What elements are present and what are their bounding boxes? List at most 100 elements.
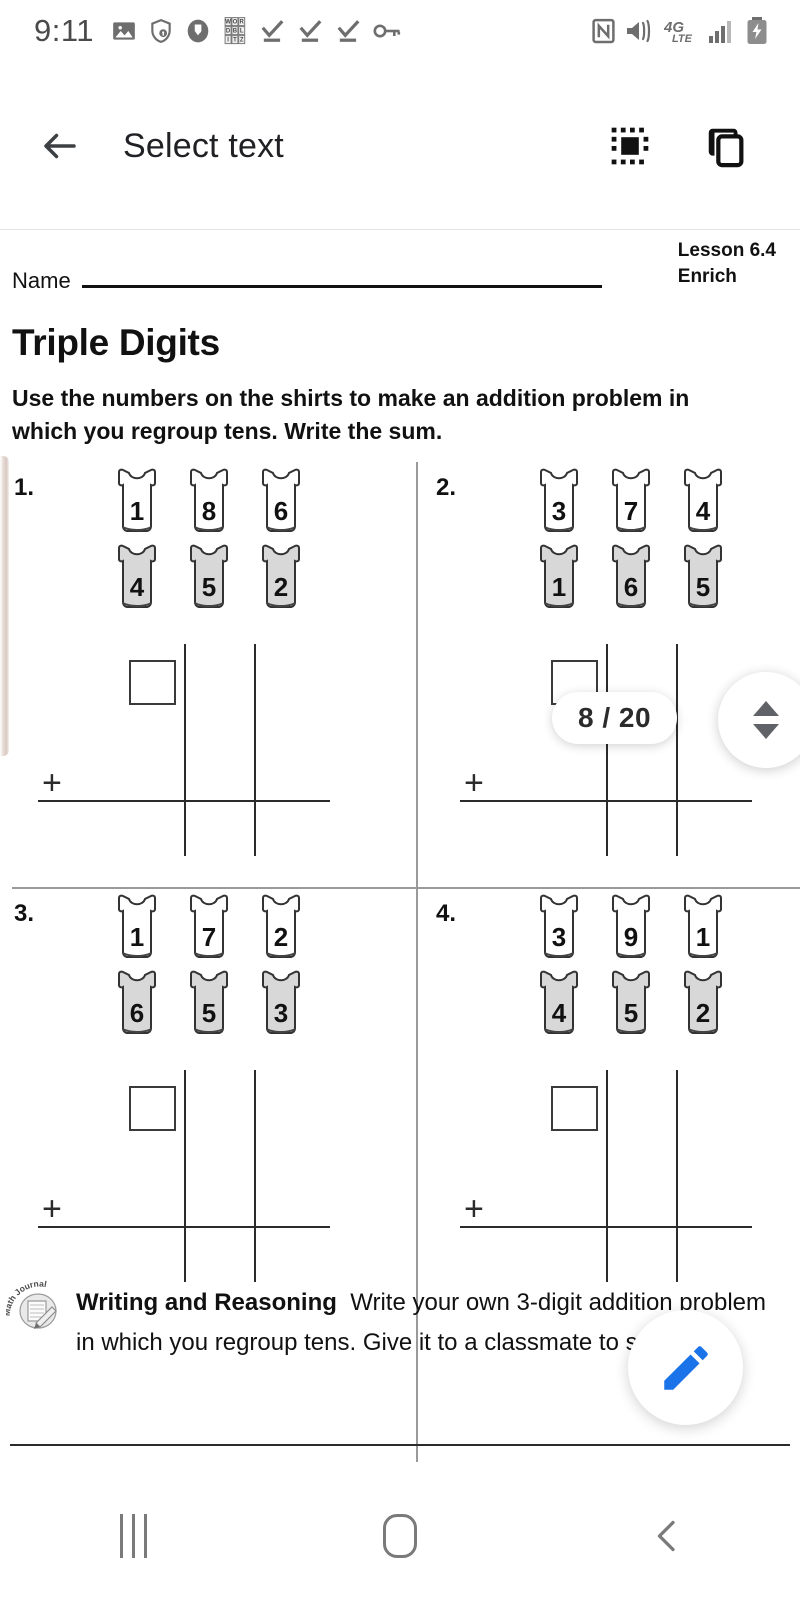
- shirt-grid: 3 9 1 4 5 2: [532, 892, 730, 1038]
- worksheet-page[interactable]: Lesson 6.4 Enrich Name Triple Digits Use…: [0, 230, 800, 1462]
- app-bar-title: Select text: [123, 126, 284, 165]
- journal-write-line: [10, 1444, 790, 1446]
- shirt-white: 8: [182, 466, 236, 536]
- shirt-white: 1: [110, 466, 164, 536]
- shield-lock-icon: [148, 18, 174, 44]
- photo-icon: [111, 18, 137, 44]
- plus-sign: +: [42, 1190, 62, 1228]
- shirt-gray: 2: [676, 968, 730, 1038]
- status-bar: 9:11 W O R D B L I T Z 4G LTE: [0, 0, 800, 62]
- place-value-line: [184, 1070, 186, 1282]
- pocket-icon: [185, 18, 211, 44]
- shirt-number: 6: [623, 572, 639, 602]
- problem-number: 4.: [436, 900, 457, 927]
- shirt-number: 1: [695, 922, 711, 952]
- check-download-icon: [297, 18, 324, 44]
- back-nav-button[interactable]: [607, 1491, 727, 1581]
- svg-text:L: L: [240, 28, 244, 34]
- sum-line: [460, 800, 752, 802]
- shirt-grid: 1 8 6 4 5 2: [110, 466, 308, 612]
- addition-frame: +: [446, 1064, 776, 1294]
- home-button[interactable]: [340, 1491, 460, 1581]
- place-value-line: [606, 1070, 608, 1282]
- check-download-icon: [335, 18, 362, 44]
- problem-number: 1.: [14, 474, 35, 501]
- shirt-number: 4: [129, 572, 145, 602]
- shirt-grid: 1 7 2 6 5 3: [110, 892, 308, 1038]
- shirt-gray: 6: [110, 968, 164, 1038]
- worksheet-title: Triple Digits: [12, 322, 220, 363]
- sum-line: [38, 800, 330, 802]
- shirt-row-white: 1 8 6: [110, 466, 308, 536]
- shirt-gray: 6: [604, 542, 658, 612]
- back-button[interactable]: [34, 120, 86, 172]
- scroll-down-icon[interactable]: [753, 724, 779, 739]
- scroll-up-icon[interactable]: [753, 701, 779, 716]
- regroup-box[interactable]: [129, 1086, 176, 1131]
- shirt-gray: 5: [676, 542, 730, 612]
- shirt-number: 5: [201, 998, 217, 1028]
- vibrate-icon: [625, 18, 655, 44]
- shirt-number: 6: [273, 496, 289, 526]
- shirt-white: 1: [110, 892, 164, 962]
- svg-text:B: B: [233, 28, 238, 34]
- addition-frame: +: [24, 1064, 354, 1294]
- problem-3: 3. 1 7 2 6 5 3 +: [10, 892, 400, 1312]
- signal-bars-icon: [709, 18, 737, 44]
- copy-button[interactable]: [700, 120, 752, 172]
- shirt-number: 9: [623, 922, 639, 952]
- addition-frame: +: [446, 638, 776, 868]
- shirt-number: 5: [695, 572, 711, 602]
- shirt-white: 2: [254, 892, 308, 962]
- shirt-number: 2: [273, 572, 289, 602]
- shirt-number: 5: [201, 572, 217, 602]
- name-write-line: [82, 285, 602, 288]
- edit-fab-button[interactable]: [628, 1310, 743, 1425]
- shirt-number: 2: [695, 998, 711, 1028]
- page-indicator: 8 / 20: [552, 692, 678, 744]
- shirt-number: 6: [129, 998, 145, 1028]
- app-bar: Select text: [0, 62, 800, 230]
- network-4g-lte-icon: 4G LTE: [664, 18, 700, 44]
- status-bar-left: 9:11 W O R D B L I T Z: [0, 13, 401, 49]
- battery-charging-icon: [746, 17, 768, 45]
- math-journal-icon: Math Journal: [2, 1277, 74, 1333]
- back-chevron-icon: [657, 1520, 675, 1552]
- shirt-number: 7: [623, 496, 639, 526]
- shirt-gray: 5: [604, 968, 658, 1038]
- svg-text:W: W: [225, 19, 231, 25]
- sum-line: [38, 1226, 330, 1228]
- shirt-grid: 3 7 4 1 6 5: [532, 466, 730, 612]
- page-edge-decoration: [0, 456, 9, 756]
- shirt-number: 2: [273, 922, 289, 952]
- shirt-number: 4: [695, 496, 711, 526]
- shirt-gray: 2: [254, 542, 308, 612]
- svg-text:T: T: [233, 37, 237, 43]
- place-value-line: [676, 644, 678, 856]
- regroup-box[interactable]: [129, 660, 176, 705]
- svg-text:LTE: LTE: [672, 33, 693, 44]
- android-nav-bar: [0, 1462, 800, 1610]
- shirt-white: 7: [604, 466, 658, 536]
- plus-sign: +: [464, 1190, 484, 1228]
- select-all-button[interactable]: [604, 120, 656, 172]
- shirt-gray: 3: [254, 968, 308, 1038]
- place-value-line: [676, 1070, 678, 1282]
- lesson-block: Lesson 6.4 Enrich: [678, 238, 776, 290]
- shirt-number: 3: [551, 922, 567, 952]
- shirt-white: 6: [254, 466, 308, 536]
- recents-button[interactable]: [73, 1491, 193, 1581]
- shirt-row-gray: 6 5 3: [110, 968, 308, 1038]
- shirt-row-white: 3 9 1: [532, 892, 730, 962]
- shirt-number: 8: [201, 496, 217, 526]
- problem-number: 2.: [436, 474, 457, 501]
- shirt-row-white: 1 7 2: [110, 892, 308, 962]
- shirt-row-white: 3 7 4: [532, 466, 730, 536]
- place-value-line: [606, 644, 608, 856]
- lesson-number: Lesson 6.4: [677, 240, 776, 261]
- shirt-number: 1: [129, 922, 145, 952]
- shirt-white: 9: [604, 892, 658, 962]
- worksheet-header: Lesson 6.4 Enrich Name: [0, 230, 800, 310]
- regroup-box[interactable]: [551, 1086, 598, 1131]
- shirt-gray: 4: [110, 542, 164, 612]
